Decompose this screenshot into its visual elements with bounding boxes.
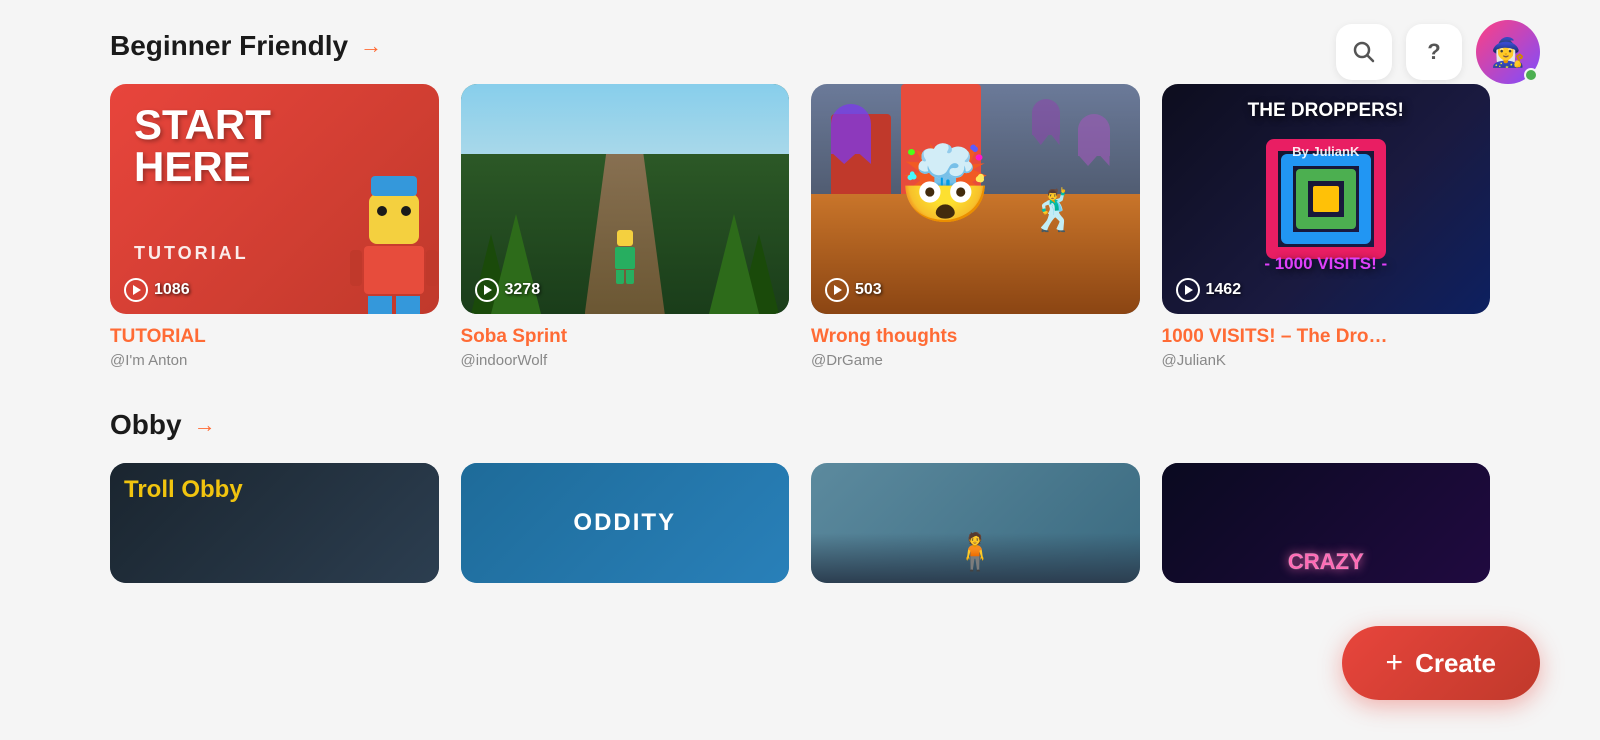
- card-thumbnail-droppers: THE DROPPERS! By JulianK - 1000 VISITS! …: [1162, 84, 1491, 314]
- blue-char: 🧍: [953, 531, 998, 573]
- tutorial-author: @I'm Anton: [110, 352, 439, 369]
- wrong-play-count: 503: [825, 278, 882, 302]
- card-wrong-thoughts[interactable]: 🤯 🕺 503 Wrong thoughts @DrGame: [811, 84, 1140, 369]
- search-icon: [1353, 41, 1375, 63]
- play-icon-wrong: [825, 278, 849, 302]
- card-thumbnail-soba: Run! 3278: [461, 84, 790, 314]
- avatar-emoji: 🧙‍♀️: [1491, 36, 1526, 69]
- obby-cards-grid: Troll Obby ODDITY 🧍: [110, 463, 1490, 583]
- card-thumbnail-wrong: 🤯 🕺 503: [811, 84, 1140, 314]
- droppers-play-count: 1462: [1176, 278, 1242, 302]
- card-crazy[interactable]: CRAZY: [1162, 463, 1491, 583]
- oddity-thumb: ODDITY: [461, 463, 790, 583]
- obby-section: Obby → Troll Obby ODDITY: [110, 409, 1490, 583]
- beginner-section-header: Beginner Friendly →: [110, 30, 1490, 62]
- soba-play-count: 3278: [475, 278, 541, 302]
- card-droppers[interactable]: THE DROPPERS! By JulianK - 1000 VISITS! …: [1162, 84, 1491, 369]
- beginner-title: Beginner Friendly: [110, 30, 348, 62]
- running-char: 🕺: [1030, 187, 1080, 234]
- obby-title: Obby: [110, 409, 182, 441]
- tutorial-character: [354, 194, 434, 314]
- create-label: Create: [1415, 648, 1496, 679]
- wrong-author: @DrGame: [811, 352, 1140, 369]
- crazy-thumb: CRAZY: [1162, 463, 1491, 583]
- tutorial-title: TUTORIAL: [110, 326, 439, 348]
- top-bar: ? 🧙‍♀️: [1336, 20, 1540, 84]
- tutorial-plays: 1086: [154, 281, 190, 299]
- create-plus-icon: +: [1386, 646, 1404, 680]
- blue-game-thumb: 🧍: [811, 463, 1140, 583]
- card-oddity[interactable]: ODDITY: [461, 463, 790, 583]
- play-icon-soba: [475, 278, 499, 302]
- card-thumbnail-tutorial: STARTHERE TUTORIAL: [110, 84, 439, 314]
- obby-arrow[interactable]: →: [194, 412, 216, 438]
- droppers-title: 1000 VISITS! – The Dro…: [1162, 326, 1491, 348]
- ghost-3: [1032, 99, 1060, 135]
- droppers-author: @JulianK: [1162, 352, 1491, 369]
- crazy-text: CRAZY: [1288, 549, 1364, 575]
- tutorial-sub-text: TUTORIAL: [134, 243, 249, 264]
- oddity-text: ODDITY: [573, 509, 676, 537]
- wrong-thoughts-emoji: 🤯: [898, 141, 991, 229]
- create-button[interactable]: + Create: [1342, 626, 1540, 700]
- by-juliank: By JulianK: [1292, 144, 1359, 159]
- tutorial-play-count: 1086: [124, 278, 190, 302]
- ghost-2: [1078, 114, 1110, 156]
- online-indicator: [1524, 68, 1538, 82]
- soba-character: [615, 230, 635, 284]
- beginner-cards-grid: STARTHERE TUTORIAL: [110, 84, 1490, 369]
- play-icon-droppers: [1176, 278, 1200, 302]
- droppers-plays: 1462: [1206, 281, 1242, 299]
- wrong-plays: 503: [855, 281, 882, 299]
- soba-author: @indoorWolf: [461, 352, 790, 369]
- help-icon: ?: [1427, 39, 1440, 65]
- search-button[interactable]: [1336, 24, 1392, 80]
- beginner-arrow[interactable]: →: [360, 33, 382, 59]
- soba-plays: 3278: [505, 281, 541, 299]
- card-troll-obby[interactable]: Troll Obby: [110, 463, 439, 583]
- visits-text: - 1000 VISITS! -: [1264, 254, 1387, 274]
- help-button[interactable]: ?: [1406, 24, 1462, 80]
- card-tutorial[interactable]: STARTHERE TUTORIAL: [110, 84, 439, 369]
- card-soba-sprint[interactable]: Run! 3278 Soba Sprint @indoorWolf: [461, 84, 790, 369]
- avatar[interactable]: 🧙‍♀️: [1476, 20, 1540, 84]
- soba-title: Soba Sprint: [461, 326, 790, 348]
- troll-obby-text: Troll Obby: [124, 477, 243, 503]
- tutorial-overlay-text: STARTHERE: [134, 104, 271, 188]
- ghost-1: [831, 104, 871, 154]
- wrong-title: Wrong thoughts: [811, 326, 1140, 348]
- card-blue-game[interactable]: 🧍: [811, 463, 1140, 583]
- troll-obby-thumb: Troll Obby: [110, 463, 439, 583]
- droppers-text: THE DROPPERS!: [1248, 100, 1404, 122]
- main-content: Beginner Friendly → STARTHERE TUTORIAL: [0, 0, 1600, 613]
- obby-section-header: Obby →: [110, 409, 1490, 441]
- play-icon-tutorial: [124, 278, 148, 302]
